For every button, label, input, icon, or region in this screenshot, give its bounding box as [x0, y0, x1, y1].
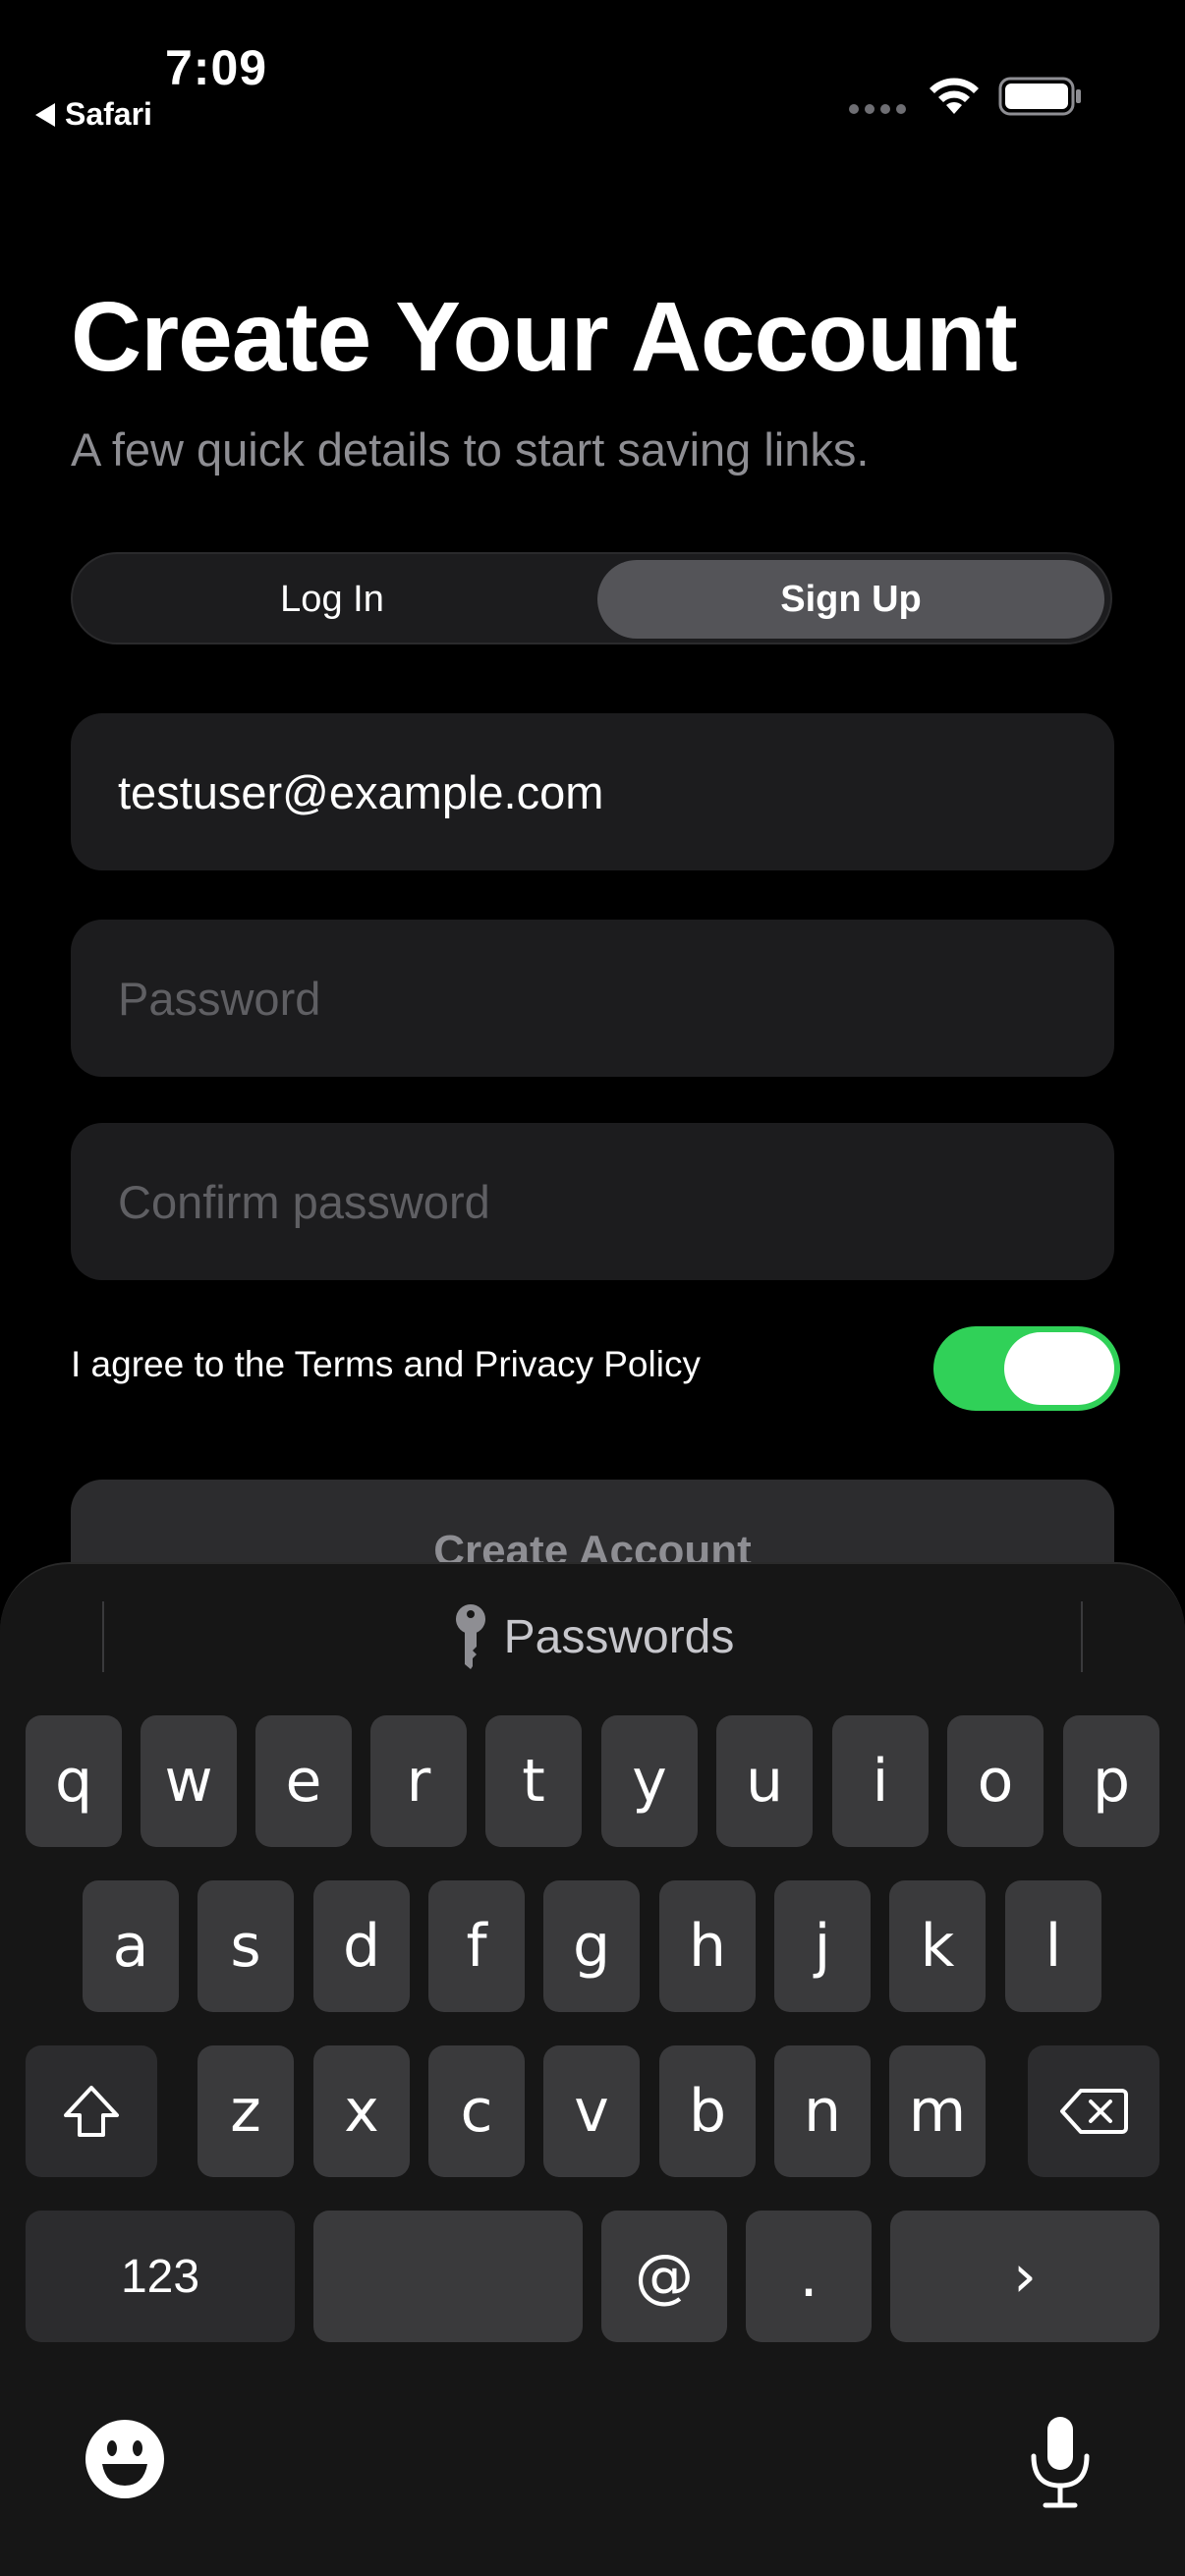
cellular-signal-icon [849, 104, 906, 114]
key-z[interactable]: z [198, 2045, 294, 2177]
numbers-key[interactable]: 123 [26, 2211, 295, 2342]
period-key[interactable]: . [746, 2211, 872, 2342]
toggle-knob [1004, 1332, 1114, 1405]
key-r[interactable]: r [370, 1715, 467, 1847]
backspace-icon [1060, 2089, 1128, 2134]
terms-agreement-label: I agree to the Terms and Privacy Policy [71, 1344, 701, 1384]
passwords-autofill-button[interactable]: Passwords [0, 1603, 1185, 1670]
key-g[interactable]: g [543, 1880, 640, 2012]
key-n[interactable]: n [774, 2045, 871, 2177]
key-e[interactable]: e [255, 1715, 352, 1847]
key-s[interactable]: s [198, 1880, 294, 2012]
wifi-icon [930, 78, 979, 114]
next-key[interactable]: › [890, 2211, 1159, 2342]
page-subtitle: A few quick details to start saving link… [71, 423, 870, 476]
key-u[interactable]: u [716, 1715, 813, 1847]
status-time: 7:09 [165, 40, 268, 95]
shift-arrow-icon [64, 2086, 119, 2137]
key-l[interactable]: l [1005, 1880, 1101, 2012]
key-f[interactable]: f [428, 1880, 525, 2012]
key-a[interactable]: a [83, 1880, 179, 2012]
back-arrow-icon [35, 102, 55, 127]
tab-log-in[interactable]: Log In [79, 560, 586, 639]
battery-icon [998, 77, 1081, 116]
key-m[interactable]: m [889, 2045, 986, 2177]
page-title: Create Your Account [71, 282, 1018, 392]
tab-sign-up[interactable]: Sign Up [597, 560, 1104, 639]
key-p[interactable]: p [1063, 1715, 1159, 1847]
space-key[interactable] [313, 2211, 583, 2342]
key-j[interactable]: j [774, 1880, 871, 2012]
shift-key[interactable] [26, 2045, 157, 2177]
microphone-icon[interactable] [1026, 2415, 1095, 2509]
key-y[interactable]: y [601, 1715, 698, 1847]
terms-agreement-toggle[interactable] [933, 1326, 1120, 1411]
on-screen-keyboard: Passwords q w e r t y u i o p a s d f g … [0, 1562, 1185, 2576]
key-c[interactable]: c [428, 2045, 525, 2177]
key-i[interactable]: i [832, 1715, 929, 1847]
password-field[interactable]: Password [71, 920, 1114, 1077]
status-bar: 7:09 Safari [0, 0, 1185, 147]
key-o[interactable]: o [947, 1715, 1044, 1847]
key-q[interactable]: q [26, 1715, 122, 1847]
key-x[interactable]: x [313, 2045, 410, 2177]
key-k[interactable]: k [889, 1880, 986, 2012]
key-w[interactable]: w [141, 1715, 237, 1847]
auth-mode-segmented-control: Log In Sign Up [71, 552, 1112, 644]
key-h[interactable]: h [659, 1880, 756, 2012]
emoji-icon[interactable] [85, 2419, 165, 2499]
passwords-label: Passwords [503, 1610, 735, 1663]
confirm-password-field[interactable]: Confirm password [71, 1123, 1114, 1280]
back-to-safari-button[interactable]: Safari [35, 96, 152, 133]
at-key[interactable]: @ [601, 2211, 727, 2342]
key-t[interactable]: t [485, 1715, 582, 1847]
key-icon [455, 1604, 485, 1669]
key-b[interactable]: b [659, 2045, 756, 2177]
back-to-safari-label: Safari [65, 96, 152, 132]
key-v[interactable]: v [543, 2045, 640, 2177]
email-field[interactable]: testuser@example.com [71, 713, 1114, 870]
key-d[interactable]: d [313, 1880, 410, 2012]
keyboard-suggestion-bar: Passwords [0, 1564, 1185, 1702]
delete-key[interactable] [1028, 2045, 1159, 2177]
